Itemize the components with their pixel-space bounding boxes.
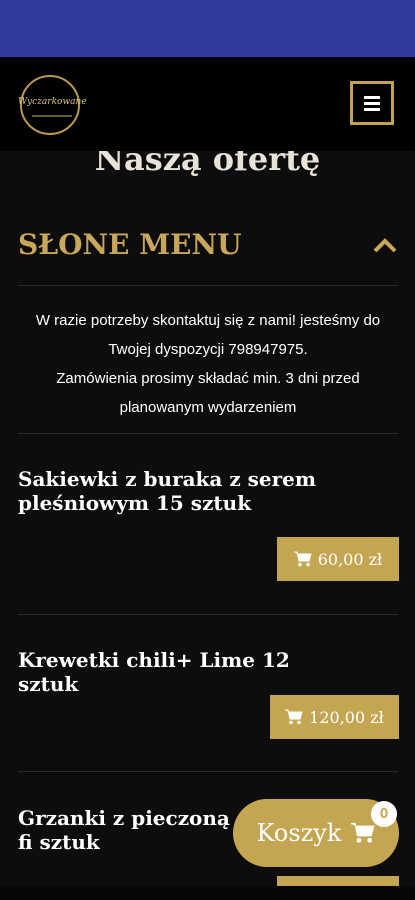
price-label: 120,00 zł <box>309 707 384 727</box>
product-name[interactable]: Krewetki chili+ Lime 12 sztuk <box>18 648 338 696</box>
cart-icon <box>293 551 312 567</box>
cart-icon <box>285 709 303 725</box>
accordion-title[interactable]: SŁONE MENU <box>18 228 242 261</box>
chevron-up-icon[interactable] <box>372 238 398 254</box>
bottom-edge <box>0 886 415 900</box>
site-logo[interactable]: Wyczarkowane <box>18 75 87 135</box>
info-line-contact: W razie potrzeby skontaktuj się z nami! … <box>35 312 381 358</box>
hamburger-icon-line <box>364 107 380 111</box>
divider <box>18 771 398 772</box>
cart-count-badge: 0 <box>371 801 397 827</box>
cart-icon <box>351 823 375 843</box>
product-name[interactable]: Sakiewki z buraka z serem pleśniowym 15 … <box>18 467 338 515</box>
logo-text: Wyczarkowane <box>18 97 87 107</box>
divider <box>18 433 398 434</box>
info-text: W razie potrzeby skontaktuj się z nami! … <box>18 306 398 422</box>
product-name[interactable]: Grzanki z pieczoną fi sztuk <box>18 806 248 854</box>
menu-toggle-button[interactable] <box>350 81 394 125</box>
cart-label: Koszyk <box>256 819 342 847</box>
status-bar <box>0 0 415 57</box>
hamburger-icon <box>364 95 380 99</box>
info-line-order: Zamówienia prosimy składać min. 3 dni pr… <box>56 370 360 416</box>
logo-underline <box>32 115 72 117</box>
divider <box>18 285 398 286</box>
add-to-cart-button[interactable]: 120,00 zł <box>270 695 399 739</box>
hamburger-icon-line <box>364 101 380 105</box>
add-to-cart-button[interactable]: 60,00 zł <box>277 537 399 581</box>
price-label: 60,00 zł <box>317 549 383 569</box>
divider <box>18 614 398 615</box>
site-header: Wyczarkowane <box>0 57 415 151</box>
